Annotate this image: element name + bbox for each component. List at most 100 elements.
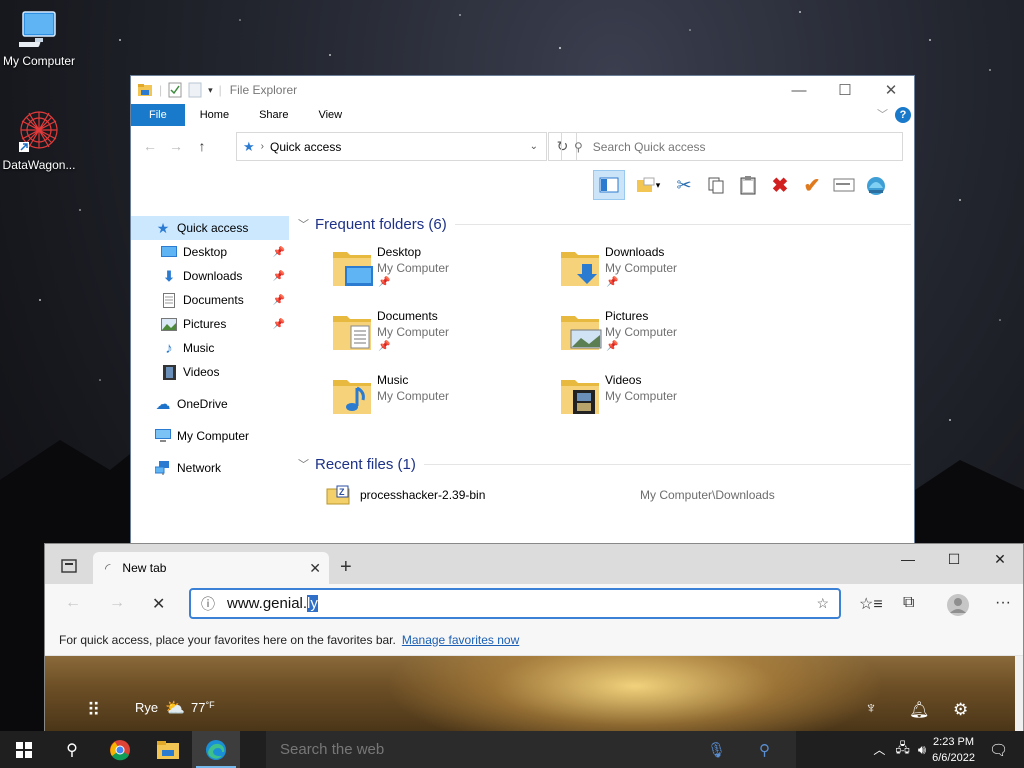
paste-button[interactable]: [735, 172, 761, 198]
tab-view[interactable]: View: [303, 104, 357, 126]
back-arrow-icon[interactable]: ←: [65, 594, 81, 612]
weather-location[interactable]: Rye: [135, 700, 158, 715]
folder-tile-music[interactable]: Music My Computer: [331, 372, 551, 432]
maximize-icon[interactable]: ☐: [931, 544, 977, 574]
search-button[interactable]: ⚲: [48, 731, 96, 768]
shell-button[interactable]: [863, 172, 889, 198]
copy-button[interactable]: [703, 172, 729, 198]
taskbar-search-input[interactable]: Search the web 🎙︎ ⚲: [266, 731, 796, 768]
tab-home[interactable]: Home: [185, 104, 244, 126]
clock[interactable]: 2:23 PM 6/6/2022: [932, 734, 975, 766]
minimize-icon[interactable]: —: [885, 544, 931, 574]
recent-file-row[interactable]: Z processhacker-2.39-bin My Computer\Dow…: [296, 482, 911, 508]
properties-button[interactable]: [831, 172, 857, 198]
new-tab-icon[interactable]: +: [340, 556, 352, 579]
new-item-button[interactable]: ▾: [631, 172, 665, 198]
bell-icon[interactable]: 🔔︎: [909, 700, 929, 720]
sidebar-item-documents[interactable]: Documents 📌: [131, 288, 289, 312]
folder-tile-pictures[interactable]: Pictures My Computer 📌: [559, 308, 779, 368]
address-bar[interactable]: ★ › Quick access ⌄: [236, 132, 547, 161]
browser-tab[interactable]: ◜ New tab ✕: [93, 552, 329, 584]
apps-grid-icon[interactable]: ⠿: [87, 700, 100, 721]
sidebar-item-desktop[interactable]: Desktop 📌: [131, 240, 289, 264]
pin-icon[interactable]: 📌: [273, 247, 285, 258]
favorites-icon[interactable]: ☆≡: [859, 594, 883, 614]
chevron-down-icon: ▾: [655, 179, 661, 190]
videos-folder-icon: [561, 380, 599, 414]
pin-icon[interactable]: 📌: [273, 319, 285, 330]
tab-file[interactable]: File: [131, 104, 185, 126]
profile-avatar-icon[interactable]: [947, 594, 969, 621]
new-folder-icon[interactable]: [188, 82, 202, 98]
file-explorer-window: | ▾ | File Explorer — ☐ ✕ File Home Shar…: [130, 75, 915, 545]
chevron-right-icon[interactable]: ›: [261, 141, 264, 152]
close-icon[interactable]: ✕: [868, 76, 914, 104]
chevron-up-icon[interactable]: ︿: [873, 741, 885, 758]
new-tab-page: ⠿ Rye ⛅ 77°F ♆ 🔔︎ ⚙: [45, 656, 1023, 732]
scrollbar[interactable]: [1015, 656, 1023, 734]
pane-toggle-button[interactable]: [593, 170, 625, 200]
customize-qat-icon[interactable]: ▾: [208, 85, 213, 96]
up-arrow-icon[interactable]: ↑: [189, 138, 215, 154]
minimize-icon[interactable]: —: [776, 76, 822, 104]
tab-actions-icon[interactable]: [61, 559, 77, 576]
sidebar-item-pictures[interactable]: Pictures 📌: [131, 312, 289, 336]
volume-icon[interactable]: 🔊︎: [918, 742, 926, 758]
breadcrumb[interactable]: Quick access: [270, 140, 341, 154]
explorer-titlebar[interactable]: | ▾ | File Explorer — ☐ ✕: [131, 76, 914, 104]
collections-icon[interactable]: ⧉: [903, 594, 914, 612]
manage-favorites-link[interactable]: Manage favorites now: [402, 633, 519, 647]
sidebar-item-quick-access[interactable]: ★ Quick access: [131, 216, 289, 240]
delete-button[interactable]: ✖: [767, 172, 793, 198]
sidebar-item-my-computer[interactable]: My Computer: [131, 424, 289, 448]
chevron-down-icon[interactable]: ⌄: [530, 141, 538, 152]
taskbar-file-explorer[interactable]: [144, 731, 192, 768]
properties-icon[interactable]: [168, 82, 182, 98]
rename-button[interactable]: ✔: [799, 172, 825, 198]
gear-icon[interactable]: ⚙: [953, 700, 968, 720]
stop-loading-icon[interactable]: ✕: [152, 594, 165, 614]
notifications-icon[interactable]: 🗨︎: [989, 741, 1008, 759]
microphone-icon[interactable]: 🎙︎: [707, 741, 726, 759]
folder-tile-desktop[interactable]: Desktop My Computer 📌: [331, 244, 551, 304]
downloads-folder-icon: [561, 252, 599, 286]
recent-files-header[interactable]: ﹀ Recent files (1): [296, 452, 911, 476]
section-title: Frequent folders (6): [315, 215, 447, 233]
desktop-icon-my-computer[interactable]: My Computer: [0, 8, 81, 68]
desktop-icon-datawagon[interactable]: DataWagon...: [0, 108, 81, 172]
folder-tile-videos[interactable]: Videos My Computer: [559, 372, 779, 432]
more-options-icon[interactable]: ···: [995, 594, 1011, 612]
help-icon[interactable]: ?: [895, 107, 911, 123]
sidebar-item-onedrive[interactable]: ☁ OneDrive: [131, 392, 289, 416]
forward-arrow-icon[interactable]: →: [163, 138, 189, 154]
weather-temperature[interactable]: 77°F: [191, 700, 215, 715]
forward-arrow-icon[interactable]: →: [109, 594, 125, 612]
network-icon[interactable]: 🖧︎: [895, 739, 910, 761]
back-arrow-icon[interactable]: ←: [137, 138, 163, 154]
taskbar-chrome[interactable]: [96, 731, 144, 768]
taskbar-edge[interactable]: [192, 731, 240, 768]
sidebar-item-videos[interactable]: Videos: [131, 360, 289, 384]
folder-tile-downloads[interactable]: Downloads My Computer 📌: [559, 244, 779, 304]
url-input[interactable]: ⓘ www.genial.ly ☆: [189, 588, 841, 619]
sidebar-item-music[interactable]: ♪ Music: [131, 336, 289, 360]
close-icon[interactable]: ✕: [977, 544, 1023, 574]
sidebar-item-network[interactable]: Network: [131, 456, 289, 480]
tab-share[interactable]: Share: [244, 104, 303, 126]
explorer-folder-icon[interactable]: [137, 82, 153, 98]
rewards-icon[interactable]: ♆: [865, 700, 877, 718]
pin-icon[interactable]: 📌: [273, 271, 285, 282]
pin-icon[interactable]: 📌: [273, 295, 285, 306]
frequent-folders-header[interactable]: ﹀ Frequent folders (6): [296, 212, 911, 236]
cut-button[interactable]: ✂: [671, 172, 697, 198]
search-input[interactable]: ⚲ Search Quick access: [561, 132, 903, 161]
folder-tile-documents[interactable]: Documents My Computer 📌: [331, 308, 551, 368]
maximize-icon[interactable]: ☐: [822, 76, 868, 104]
search-icon[interactable]: ⚲: [759, 741, 770, 759]
red-x-icon: ✖: [771, 174, 789, 197]
start-button[interactable]: [0, 731, 48, 768]
add-favorite-icon[interactable]: ☆: [816, 595, 829, 612]
chevron-down-icon[interactable]: ﹀: [877, 106, 888, 122]
close-tab-icon[interactable]: ✕: [309, 560, 321, 577]
sidebar-item-downloads[interactable]: ⬇ Downloads 📌: [131, 264, 289, 288]
